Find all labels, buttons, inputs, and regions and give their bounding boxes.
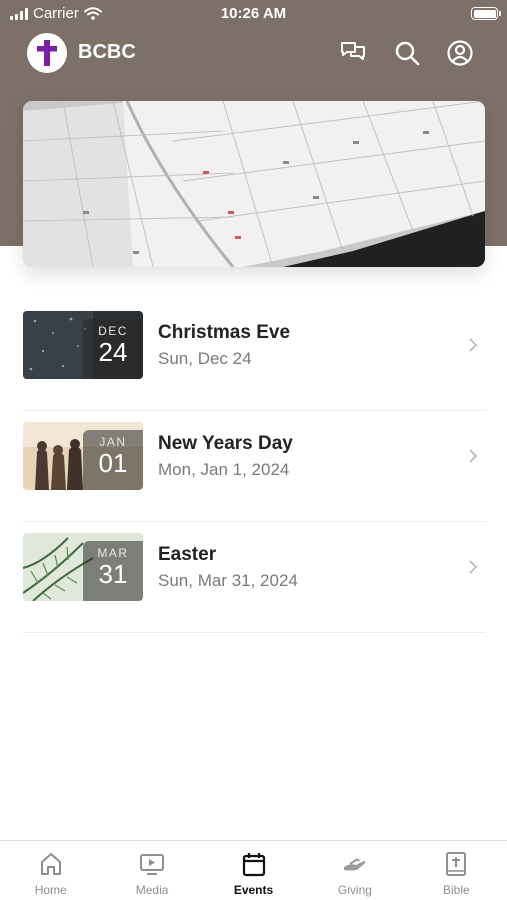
calendar-planner-photo <box>23 101 485 267</box>
date-month: DEC <box>98 324 128 338</box>
tab-giving[interactable]: Giving <box>304 841 405 900</box>
home-icon <box>40 853 61 875</box>
battery-icon <box>471 7 501 20</box>
chevron-right-icon <box>469 338 478 352</box>
event-date: Mon, Jan 1, 2024 <box>158 460 290 479</box>
event-thumbnail: DEC 24 <box>23 311 143 379</box>
app-bar: BCBC <box>0 33 507 73</box>
event-date: Sun, Mar 31, 2024 <box>158 571 298 590</box>
tab-home[interactable]: Home <box>0 841 101 900</box>
event-thumbnail: JAN 01 <box>23 422 143 490</box>
event-thumbnail: MAR 31 <box>23 533 143 601</box>
cross-icon <box>37 40 57 66</box>
search-icon[interactable] <box>393 39 421 67</box>
date-month: JAN <box>99 435 127 449</box>
date-badge: DEC 24 <box>83 319 143 379</box>
events-list: DEC 24 Christmas Eve Sun, Dec 24 JAN 01 <box>23 300 486 633</box>
tab-events[interactable]: Events <box>203 841 304 900</box>
event-title: New Years Day <box>158 433 293 454</box>
event-title: Christmas Eve <box>158 322 291 343</box>
app-title: BCBC <box>78 41 136 63</box>
tab-label: Giving <box>337 883 372 897</box>
date-day: 01 <box>98 448 128 478</box>
account-icon[interactable] <box>446 39 474 67</box>
event-date: Sun, Dec 24 <box>158 349 252 368</box>
media-icon <box>140 854 165 875</box>
status-bar: Carrier 10:26 AM <box>0 0 507 28</box>
event-title: Easter <box>158 544 217 565</box>
bible-icon <box>446 852 467 876</box>
chevron-right-icon <box>469 449 478 463</box>
calendar-icon <box>242 853 265 877</box>
tab-label: Media <box>135 883 169 897</box>
cross-logo-icon[interactable] <box>27 33 67 73</box>
hero-banner[interactable] <box>23 101 485 267</box>
chevron-right-icon <box>469 560 478 574</box>
date-badge: JAN 01 <box>83 430 143 490</box>
tab-media[interactable]: Media <box>101 841 202 900</box>
tab-bar: Home Media Events Giving Bible <box>0 840 507 900</box>
date-badge: MAR 31 <box>83 541 143 601</box>
giving-hand-icon <box>343 858 366 871</box>
tab-bible[interactable]: Bible <box>406 841 507 900</box>
event-row[interactable]: DEC 24 Christmas Eve Sun, Dec 24 <box>23 300 486 411</box>
event-row[interactable]: JAN 01 New Years Day Mon, Jan 1, 2024 <box>23 411 486 522</box>
tab-label: Bible <box>442 883 470 897</box>
date-month: MAR <box>97 546 129 560</box>
tab-label: Events <box>233 883 274 897</box>
chat-icon[interactable] <box>339 39 367 67</box>
date-day: 31 <box>98 559 128 589</box>
date-day: 24 <box>98 337 128 367</box>
event-row[interactable]: MAR 31 Easter Sun, Mar 31, 2024 <box>23 522 486 633</box>
tab-label: Home <box>34 883 67 897</box>
status-time: 10:26 AM <box>220 5 287 22</box>
